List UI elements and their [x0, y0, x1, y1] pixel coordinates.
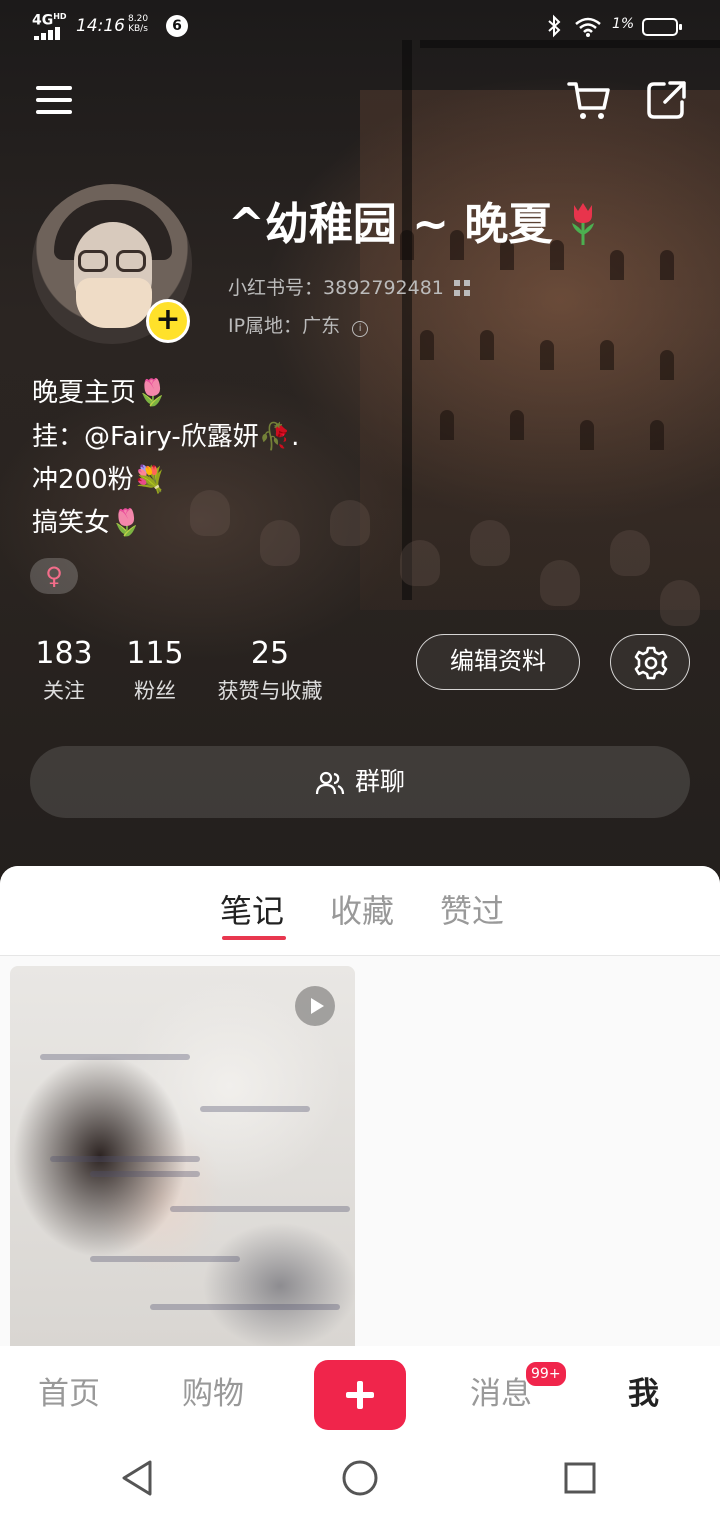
system-navigation-bar	[0, 1438, 720, 1520]
info-icon[interactable]: i	[352, 321, 369, 337]
share-icon[interactable]	[646, 80, 688, 120]
group-chat-button[interactable]: 群聊	[30, 746, 690, 818]
bluetooth-icon	[546, 14, 562, 43]
settings-button[interactable]	[610, 634, 690, 690]
nav-messages[interactable]: 消息	[470, 1368, 532, 1413]
active-tab-indicator	[222, 936, 286, 940]
tab-notes[interactable]: 笔记	[220, 886, 284, 932]
status-bar: 4GHD 14:16 8.20 KB/s 6 1%	[0, 0, 720, 56]
stat-following[interactable]: 183 关注	[30, 634, 98, 708]
stat-followers[interactable]: 115 粉丝	[120, 634, 190, 708]
note-card[interactable]	[10, 966, 355, 1346]
network-type: 4GHD	[32, 12, 67, 29]
nav-shop[interactable]: 购物	[182, 1368, 244, 1413]
plus-icon: +	[155, 302, 181, 337]
nav-home[interactable]: 首页	[38, 1368, 100, 1413]
status-time: 14:16	[76, 16, 125, 36]
tulip-icon	[568, 201, 598, 247]
bio-line: 搞笑女🌷	[32, 508, 143, 538]
gender-badge: ♀	[30, 558, 78, 594]
notification-count-badge: 6	[166, 15, 188, 37]
add-avatar-button[interactable]: +	[146, 299, 190, 343]
content-panel: 笔记 收藏 赞过	[0, 866, 720, 1346]
back-icon[interactable]	[118, 1458, 158, 1498]
bio-line[interactable]: 挂：@Fairy-欣露妍🥀.	[32, 416, 299, 453]
edit-profile-button[interactable]: 编辑资料	[416, 634, 580, 690]
post-button[interactable]	[314, 1360, 406, 1430]
battery-icon	[642, 18, 682, 36]
profile-tabs: 笔记 收藏 赞过	[0, 866, 720, 956]
wifi-icon	[574, 16, 602, 42]
cart-icon[interactable]	[566, 78, 612, 122]
play-icon	[295, 986, 335, 1026]
network-speed: 8.20 KB/s	[128, 14, 149, 34]
background-building	[360, 90, 720, 610]
recents-icon[interactable]	[562, 1460, 598, 1496]
qr-code-icon[interactable]	[453, 280, 470, 296]
settings-icon	[634, 646, 668, 680]
messages-badge: 99+	[524, 1360, 568, 1388]
menu-icon[interactable]	[36, 84, 74, 116]
user-id[interactable]: 小红书号：3892792481	[228, 273, 470, 300]
group-icon	[315, 771, 345, 795]
bio-line: 晚夏主页🌷	[32, 378, 169, 408]
nav-me[interactable]: 我	[628, 1368, 659, 1413]
signal-icon	[34, 27, 64, 40]
tab-collections[interactable]: 收藏	[330, 886, 394, 932]
home-circle-icon[interactable]	[340, 1458, 380, 1498]
bio-line: 冲200粉💐	[32, 465, 166, 495]
bottom-nav: 首页 购物 消息 99+ 我	[0, 1346, 720, 1438]
battery-percent: 1%	[612, 16, 635, 32]
stat-likes-collections[interactable]: 25 获赞与收藏	[208, 634, 332, 708]
nickname: ^幼稚园 ~ 晚夏	[228, 188, 598, 252]
tab-liked[interactable]: 赞过	[440, 886, 504, 932]
ip-location: IP属地：广东 i	[228, 311, 369, 338]
